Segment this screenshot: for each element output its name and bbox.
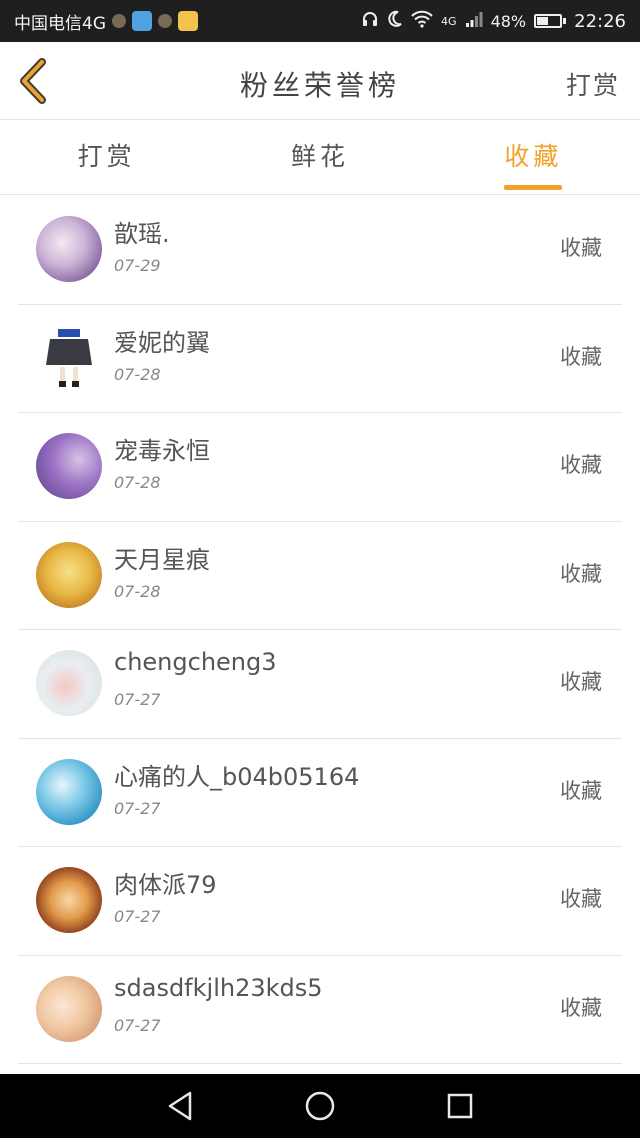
page-title: 粉丝荣誉榜 — [239, 69, 400, 102]
nav-recents-button[interactable] — [436, 1082, 484, 1130]
avatar — [36, 650, 102, 716]
weibo-icon — [178, 11, 198, 31]
list-item[interactable]: sdasdfkjlh23kds5 07-27 收藏 — [18, 956, 622, 1064]
list-item[interactable]: chengcheng3 07-27 收藏 — [18, 630, 622, 739]
action-type: 收藏 — [560, 561, 602, 586]
user-name: 歆瑶. — [114, 220, 170, 248]
user-name: 爱妮的翼 — [114, 328, 210, 357]
square-recents-icon — [447, 1093, 473, 1119]
carrier-label: 中国电信4G — [14, 13, 106, 34]
tab-label: 打赏 — [77, 142, 136, 171]
app-notification-icon — [112, 14, 126, 28]
tab-reward[interactable]: 打赏 — [0, 121, 213, 194]
wifi-icon — [411, 10, 433, 32]
list-item[interactable]: 宠毒永恒 07-28 收藏 — [18, 413, 622, 522]
user-name: sdasdfkjlh23kds5 — [114, 973, 323, 1002]
status-left: 中国电信4G — [14, 9, 198, 34]
header: 粉丝荣誉榜 打赏 — [0, 42, 640, 120]
action-type: 收藏 — [560, 670, 602, 694]
moon-icon — [387, 10, 403, 32]
app-notification-icon-2 — [158, 14, 172, 28]
video-app-icon — [132, 11, 152, 31]
user-name: chengcheng3 — [114, 648, 277, 676]
avatar — [36, 975, 102, 1042]
active-tab-indicator — [504, 185, 563, 190]
list-item[interactable]: 肉体派79 07-27 收藏 — [18, 847, 622, 956]
clock: 22:26 — [574, 10, 626, 32]
nav-back-button[interactable] — [156, 1082, 204, 1130]
circle-home-icon — [305, 1091, 335, 1121]
tab-favorites[interactable]: 收藏 — [427, 121, 640, 194]
tab-label: 鲜花 — [290, 142, 349, 171]
reward-button[interactable]: 打赏 — [566, 66, 620, 102]
date: 07-27 — [114, 907, 161, 926]
date: 07-28 — [114, 364, 161, 384]
avatar — [36, 324, 102, 391]
list-item[interactable]: 心痛的人_b04b05164 07-27 收藏 — [18, 739, 622, 847]
date: 07-27 — [114, 798, 161, 818]
system-nav-bar — [0, 1074, 640, 1138]
action-type: 收藏 — [560, 887, 602, 911]
status-right: 4G 48% 22:26 — [361, 10, 626, 32]
signal-icon — [465, 10, 483, 32]
action-type: 收藏 — [560, 344, 602, 369]
list-item[interactable]: 爱妮的翼 07-28 收藏 — [18, 305, 622, 413]
battery-percent: 48% — [490, 11, 527, 31]
triangle-back-icon — [168, 1091, 192, 1121]
fan-list: 歆瑶. 07-29 收藏 爱妮的翼 07-28 收藏 宠毒永恒 07-28 收藏… — [0, 196, 640, 1064]
status-bar: 中国电信4G 4G 48% 22:26 — [0, 0, 640, 42]
tab-flowers[interactable]: 鲜花 — [213, 121, 426, 194]
user-name: 心痛的人_b04b05164 — [114, 762, 360, 791]
avatar — [36, 867, 102, 933]
date: 07-27 — [114, 690, 161, 709]
action-type: 收藏 — [560, 778, 602, 803]
list-item[interactable]: 天月星痕 07-28 收藏 — [18, 522, 622, 630]
battery-icon — [534, 14, 567, 28]
avatar — [36, 433, 102, 499]
action-type: 收藏 — [560, 995, 602, 1020]
user-name: 肉体派79 — [114, 871, 217, 899]
date: 07-27 — [114, 1015, 161, 1035]
avatar — [36, 541, 102, 608]
avatar — [36, 216, 102, 282]
network-type-label: 4G — [441, 14, 457, 28]
tab-label: 收藏 — [504, 142, 563, 171]
date: 07-28 — [114, 581, 161, 601]
date: 07-29 — [114, 256, 161, 275]
user-name: 宠毒永恒 — [114, 437, 210, 465]
avatar — [36, 758, 102, 825]
user-name: 天月星痕 — [114, 545, 210, 574]
tab-bar: 打赏 鲜花 收藏 — [0, 121, 640, 195]
nav-home-button[interactable] — [296, 1082, 344, 1130]
date: 07-28 — [114, 473, 161, 492]
list-item[interactable]: 歆瑶. 07-29 收藏 — [18, 196, 622, 305]
action-type: 收藏 — [560, 236, 602, 260]
action-type: 收藏 — [560, 453, 602, 477]
headphones-icon — [361, 10, 379, 32]
